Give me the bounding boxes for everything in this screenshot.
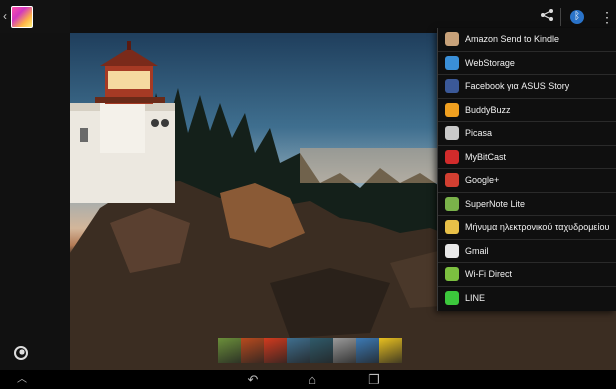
gmail-icon [445,243,459,258]
share-icon[interactable] [538,8,556,26]
share-menu-item[interactable]: Amazon Send to Kindle [438,28,616,52]
bluetooth-icon[interactable]: ᛒ [570,10,584,24]
share-menu-item-label: Μήνυμα ηλεκτρονικού ταχυδρομείου [465,222,610,233]
navigation-bar: ︿ ↶ ⌂ ❐ [0,370,616,389]
share-menu-item-label: LINE [465,293,486,304]
filmstrip [218,338,402,363]
share-menu-item-label: Wi-Fi Direct [465,269,512,280]
supernote-icon [445,196,459,211]
facebook-story-icon [445,79,459,94]
picasa-icon [445,126,459,141]
share-menu-item[interactable]: BuddyBuzz [438,99,616,122]
filmstrip-thumbnail[interactable] [241,338,264,363]
share-menu: Amazon Send to Kindle WebStorage Facebook … [437,28,616,311]
share-menu-item-label: MyBitCast [465,151,507,162]
share-menu-item[interactable]: Μήνυμα ηλεκτρονικού ταχυδρομείου [438,216,616,240]
share-menu-item[interactable]: Wi-Fi Direct [438,263,616,287]
share-menu-item[interactable]: Picasa [438,122,616,146]
google-plus-icon [445,173,459,188]
share-menu-item-label: Gmail [465,245,489,256]
share-menu-item-label: Google+ [465,175,500,186]
filmstrip-thumbnail[interactable] [333,338,356,363]
share-menu-item[interactable]: Google+ [438,169,616,193]
filmstrip-thumbnail[interactable] [264,338,287,363]
webstorage-icon [445,55,459,70]
filmstrip-thumbnail[interactable] [218,338,241,363]
share-menu-item-label: Amazon Send to Kindle [465,34,560,45]
line-icon [445,291,459,306]
share-menu-item-label: BuddyBuzz [465,104,511,115]
share-menu-item[interactable]: LINE [438,287,616,311]
share-menu-item[interactable]: WebStorage [438,52,616,75]
nav-back-icon[interactable]: ↶ [245,372,261,387]
kindle-icon [445,32,459,47]
filmstrip-thumbnail[interactable] [310,338,333,363]
share-menu-item[interactable]: Facebook για ASUS Story [438,75,616,99]
email-icon [445,220,459,235]
filmstrip-thumbnail[interactable] [379,338,402,363]
share-glyph [541,9,553,21]
nav-recent-apps-icon[interactable]: ❐ [366,372,382,387]
mybitcast-icon [445,149,459,164]
share-menu-item[interactable]: MyBitCast [438,146,616,169]
back-icon[interactable]: ‹ [3,9,7,23]
nav-up-icon[interactable]: ︿ [14,372,30,387]
share-menu-item[interactable]: SuperNote Lite [438,193,616,216]
buddybuzz-icon [445,102,459,117]
filmstrip-thumbnail[interactable] [356,338,379,363]
slideshow-icon[interactable] [14,346,28,360]
nav-home-icon[interactable]: ⌂ [304,372,320,387]
gallery-screen: ‹ ᛒ ⋮ Amazon Send to Kindle WebStorage Fac… [0,0,616,389]
share-menu-item-label: SuperNote Lite [465,198,526,209]
left-panel [0,0,70,370]
filmstrip-thumbnail[interactable] [287,338,310,363]
gallery-app-icon[interactable] [11,6,33,28]
share-menu-item-label: Picasa [465,128,493,139]
share-menu-item-label: WebStorage [465,57,515,68]
wifi-direct-icon [445,267,459,282]
action-divider [560,8,561,26]
share-menu-item[interactable]: Gmail [438,240,616,263]
share-menu-item-label: Facebook για ASUS Story [465,81,570,92]
overflow-menu-icon[interactable]: ⋮ [598,8,616,26]
